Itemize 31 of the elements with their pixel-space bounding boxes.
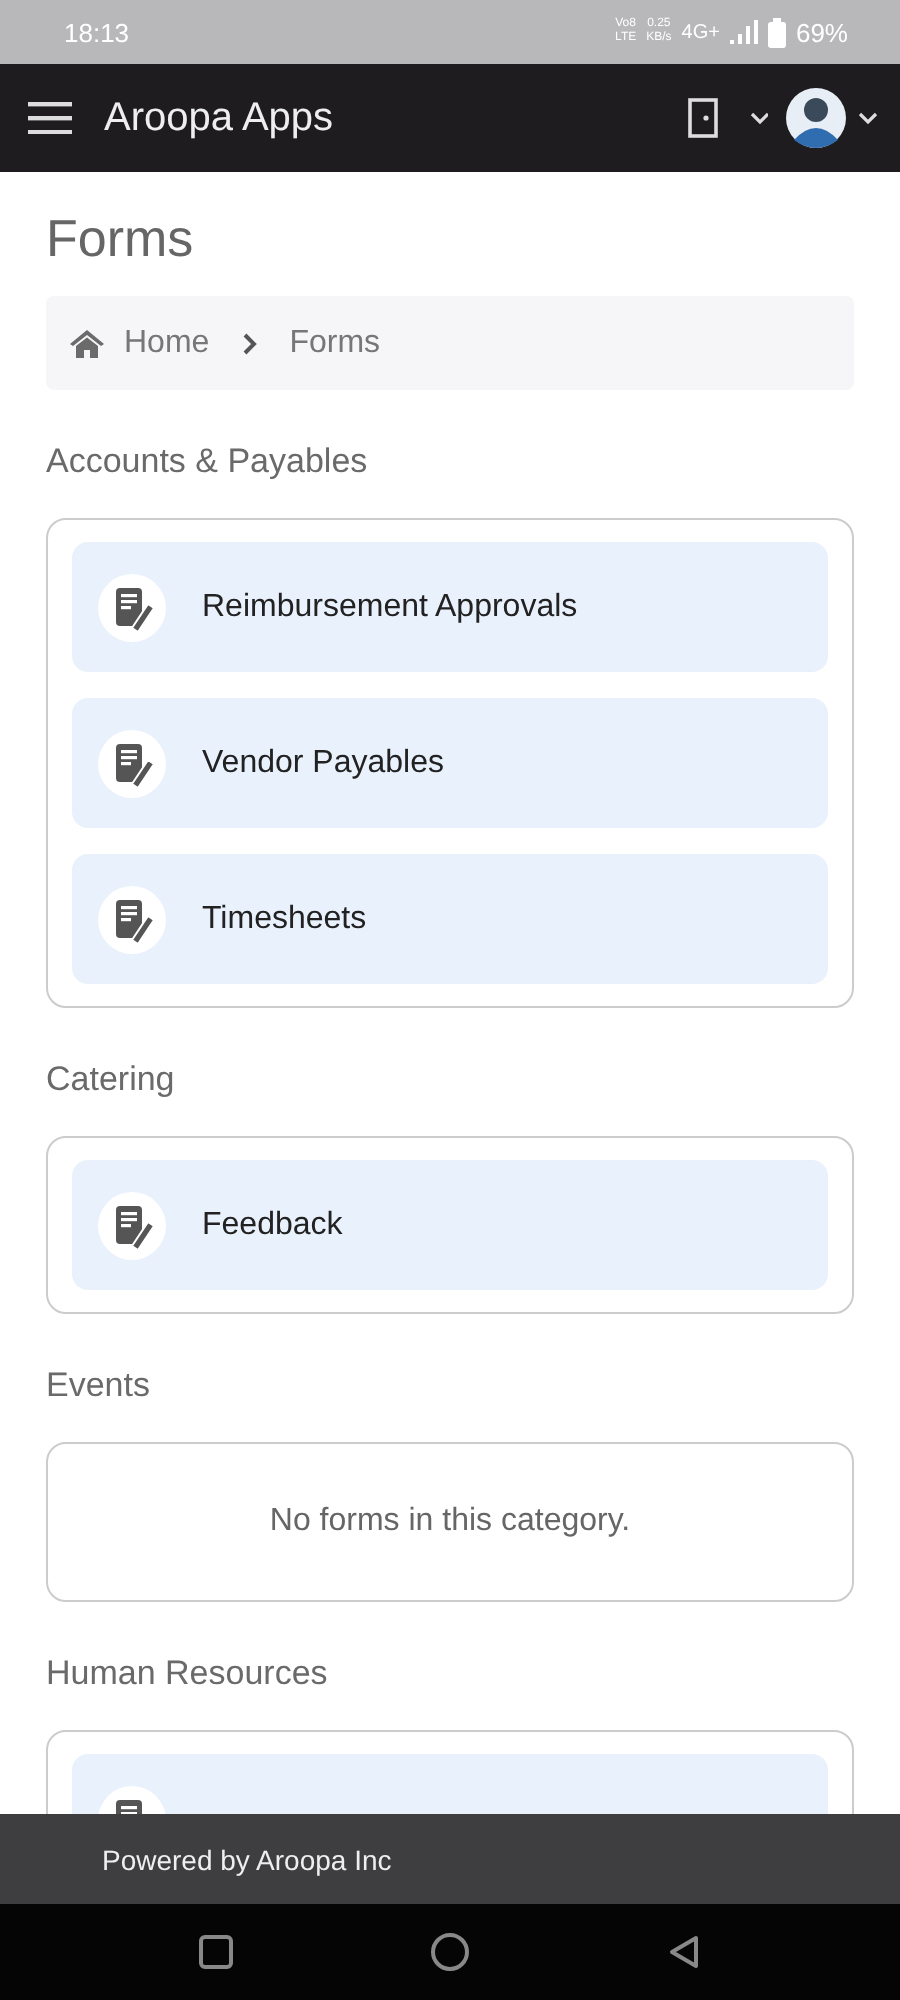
home-button[interactable] [430,1932,470,1972]
app-title: Aroopa Apps [104,95,334,141]
form-edit-icon [98,885,166,953]
menu-button[interactable] [28,102,72,134]
form-edit-icon [98,573,166,641]
breadcrumb-current: Forms [289,325,381,361]
category-heading: Catering [46,1060,177,1100]
network-type: 4G+ [681,21,720,43]
home-icon [70,329,104,357]
form-item[interactable]: Reimbursement Approvals [72,542,828,672]
category-heading: Events [46,1366,152,1406]
recents-button[interactable] [198,1934,234,1970]
form-item[interactable]: Timesheets [72,854,828,984]
profile-dropdown-button[interactable] [784,86,880,150]
page-title: Forms [46,208,196,270]
signal-icon [729,20,758,44]
door-dropdown-button[interactable] [688,98,768,138]
form-edit-icon [98,1191,166,1259]
battery-icon [767,17,786,47]
category-heading: Human Resources [46,1654,330,1694]
back-button[interactable] [666,1934,702,1970]
chevron-right-icon [241,331,258,355]
footer-text: Powered by Aroopa Inc [102,1843,392,1875]
form-item[interactable]: Vendor Payables [72,698,828,828]
battery-level: 69% [795,17,848,47]
breadcrumb-link[interactable]: Home [124,325,210,361]
category-heading: Accounts & Payables [46,442,370,482]
empty-message: No forms in this category. [267,1502,633,1542]
status-time: 18:13 [64,17,130,47]
form-edit-icon [98,729,166,797]
form-item[interactable]: Feedback [72,1160,828,1290]
